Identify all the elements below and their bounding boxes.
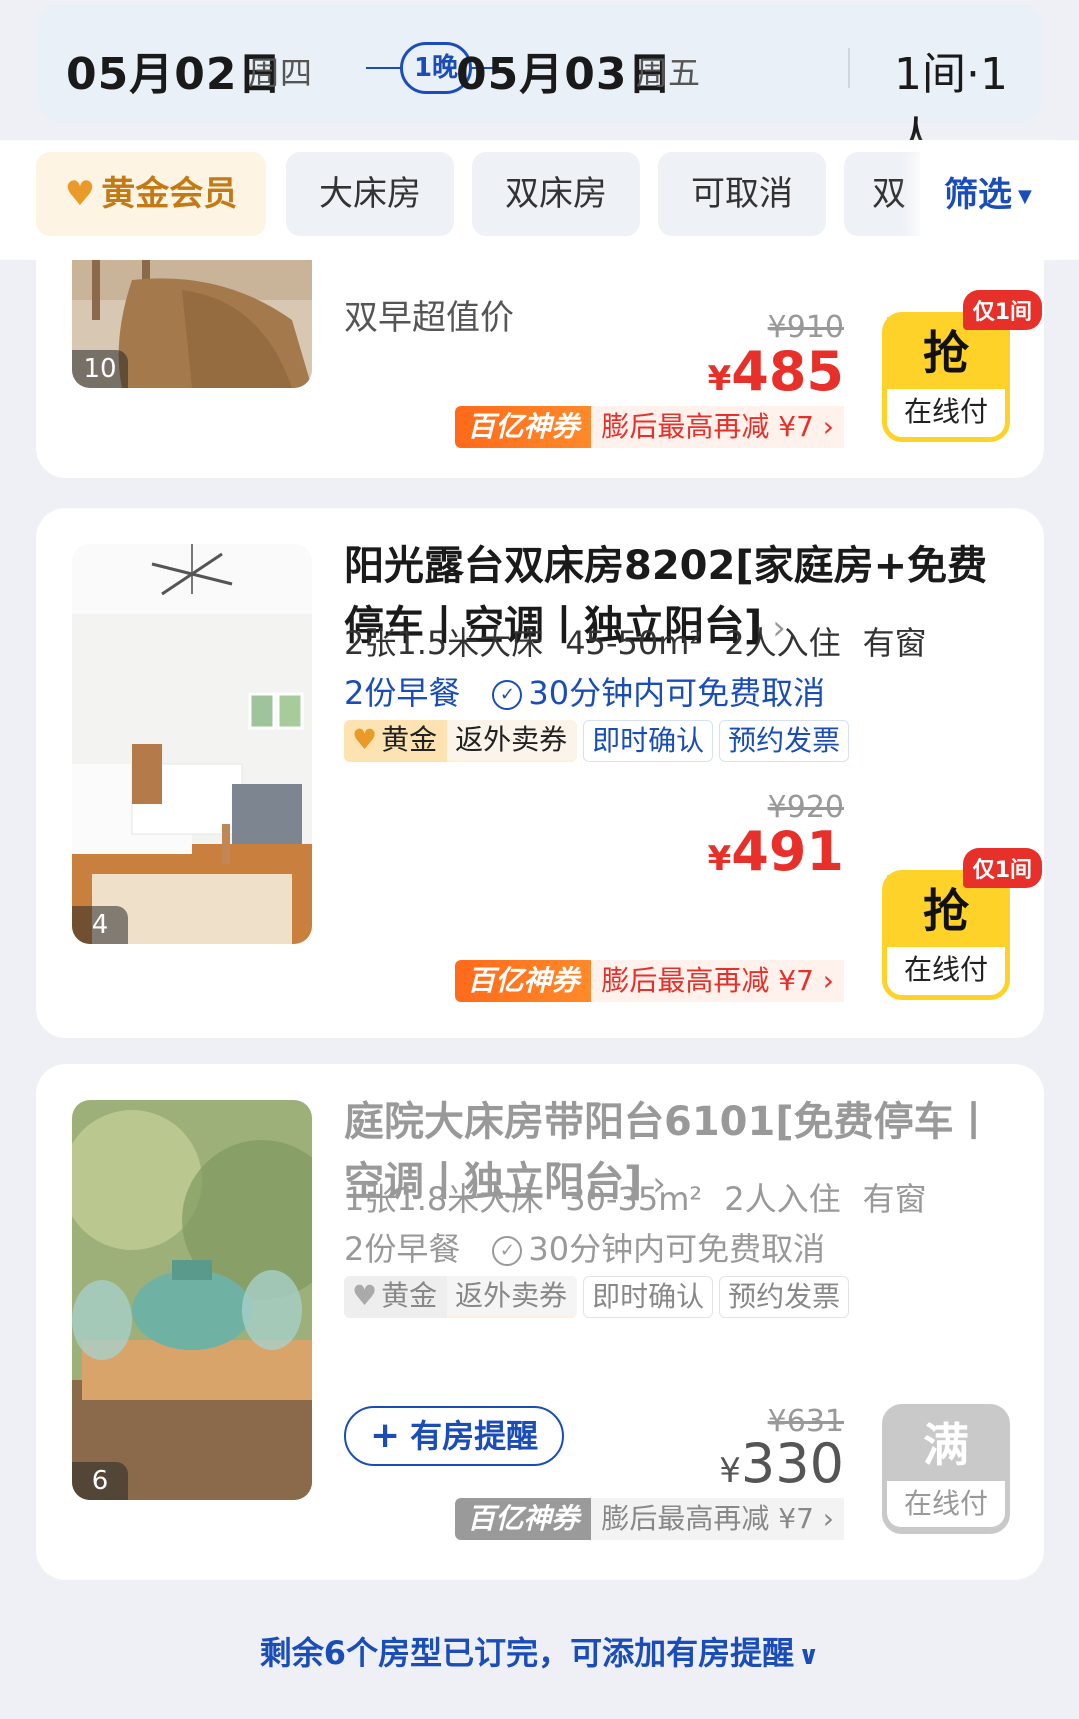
promo-coupon[interactable]: 百亿神券 膨后最高再减 ¥7 › (455, 960, 844, 1002)
chevron-down-icon: ∨ (798, 1641, 820, 1671)
sold-out-label: 满 (923, 1418, 969, 1472)
heart-icon: ♥ (352, 723, 378, 756)
price-value: 485 (731, 340, 844, 403)
room-photo[interactable]: 6 (72, 1100, 312, 1500)
filter-button[interactable]: 筛选 ▼ (920, 140, 1079, 260)
promo-coupon[interactable]: 百亿神券 膨后最高再减 ¥7 › (455, 1498, 844, 1540)
only-left-badge: 仅1间 (962, 848, 1042, 888)
current-price: ¥491 (708, 820, 844, 883)
instant-confirm-tag: 即时确认 (583, 1276, 714, 1318)
photo-count-badge: 6 (72, 1462, 128, 1500)
filter-chip-king-bed[interactable]: 大床房 (286, 152, 454, 236)
reminder-label: 有房提醒 (410, 1417, 539, 1455)
coupon-badge: 百亿神券 (455, 1498, 592, 1540)
pay-method-label: 在线付 (903, 395, 988, 428)
room-card-2[interactable]: 4 阳光露台双床房8202[家庭房+免费停车丨空调丨独立阳台] › 2张1.5米大… (36, 508, 1044, 1038)
currency-symbol: ¥ (707, 839, 732, 879)
currency-symbol: ¥ (719, 1451, 741, 1491)
invoice-tag: 预约发票 (719, 720, 850, 762)
current-price: ¥330 (719, 1432, 844, 1495)
gold-tag-extra: 返外卖券 (447, 1276, 578, 1316)
room-specs: 2张1.5米大床 45-50m² 2人入住 有窗 (344, 618, 949, 664)
breakfast-info: 2份早餐 (344, 674, 461, 712)
cancel-policy: 30分钟内可免费取消 (528, 1230, 826, 1268)
room-photo[interactable]: 4 (72, 544, 312, 944)
photo-count-badge: 4 (72, 906, 128, 944)
room-tags: ♥ 黄金 返外卖券 即时确认 预约发票 (344, 1276, 855, 1318)
room-area: 45-50m² (565, 624, 703, 662)
room-card-3[interactable]: 6 庭院大床房带阳台6101[免费停车丨空调丨独立阳台] › 1张1.8米大床 30… (36, 1064, 1044, 1580)
pay-method-label: 在线付 (887, 1481, 1005, 1527)
plus-icon: + (370, 1415, 401, 1456)
bed-info: 1张1.8米大床 (344, 1180, 544, 1218)
room-benefits: 2份早餐 ✓ 30分钟内可免费取消 (344, 668, 825, 714)
filter-label: 筛选 (944, 175, 1012, 215)
invoice-tag: 预约发票 (719, 1276, 850, 1318)
occupancy: 2人入住 (724, 1180, 841, 1218)
gold-tag-label: 黄金 (381, 723, 438, 756)
room-area: 30-35m² (565, 1180, 703, 1218)
sold-out-rooms-footer[interactable]: 剩余6个房型已订完，可添加有房提醒 ∨ (0, 1628, 1079, 1674)
check-circle-icon: ✓ (492, 680, 523, 710)
sold-out-button: 满 在线付 (882, 1404, 1010, 1534)
gold-tag-extra: 返外卖券 (447, 720, 578, 760)
coupon-text: 膨后最高再减 ¥7 › (591, 406, 844, 448)
coupon-badge: 百亿神券 (455, 406, 592, 448)
window-info: 有窗 (862, 1180, 927, 1218)
bed-info: 2张1.5米大床 (344, 624, 544, 662)
room-card-1[interactable]: 10 双早超值价 ¥910 ¥485 百亿神券 膨后最高再减 ¥7 › 抢 在线付… (36, 260, 1044, 478)
date-selector-bar[interactable]: 05月02日 周四 1晚 05月03日 周五 1间·1人 (36, 4, 1044, 164)
room-specs: 1张1.8米大床 30-35m² 2人入住 有窗 (344, 1174, 949, 1220)
heart-icon: ♥ (352, 1279, 378, 1312)
room-photo-image (72, 1100, 312, 1500)
filter-chip-gold-member[interactable]: ♥ 黄金会员 (36, 152, 266, 236)
window-info: 有窗 (862, 624, 927, 662)
instant-confirm-tag: 即时确认 (583, 720, 714, 762)
occupancy: 2人入住 (724, 624, 841, 662)
rate-plan-name: 双早超值价 (344, 298, 514, 338)
price-value: 330 (740, 1432, 844, 1495)
footer-text: 剩余6个房型已订完，可添加有房提醒 (259, 1634, 795, 1672)
gold-tag-label: 黄金 (381, 1279, 438, 1312)
checkout-weekday: 周五 (636, 54, 701, 92)
coupon-badge: 百亿神券 (455, 960, 592, 1002)
gold-member-tag: ♥ 黄金 返外卖券 (344, 1276, 578, 1318)
filter-bar: ♥ 黄金会员 大床房 双床房 可取消 双 筛选 ▼ (0, 140, 1079, 260)
divider (848, 48, 850, 88)
coupon-text: 膨后最高再减 ¥7 › (591, 1498, 844, 1540)
coupon-text: 膨后最高再减 ¥7 › (591, 960, 844, 1002)
currency-symbol: ¥ (707, 359, 732, 399)
pay-method-label: 在线付 (903, 953, 988, 986)
check-circle-icon: ✓ (492, 1236, 523, 1266)
checkin-weekday: 周四 (248, 54, 313, 92)
cancel-policy: 30分钟内可免费取消 (528, 674, 826, 712)
filter-chip-label: 黄金会员 (101, 174, 238, 214)
gold-member-tag: ♥ 黄金 返外卖券 (344, 720, 578, 762)
only-left-badge: 仅1间 (962, 290, 1042, 330)
room-benefits: 2份早餐 ✓ 30分钟内可免费取消 (344, 1224, 825, 1270)
caret-down-icon: ▼ (1018, 185, 1032, 207)
heart-icon: ♥ (64, 174, 96, 214)
price-value: 491 (731, 820, 844, 883)
current-price: ¥485 (708, 340, 844, 403)
filter-chip-cancellable[interactable]: 可取消 (658, 152, 826, 236)
room-photo[interactable]: 10 (72, 260, 312, 388)
room-tags: ♥ 黄金 返外卖券 即时确认 预约发票 (344, 720, 855, 762)
breakfast-info: 2份早餐 (344, 1230, 461, 1268)
filter-chip-twin-bed[interactable]: 双床房 (472, 152, 640, 236)
book-button[interactable]: 抢 在线付 (882, 870, 1010, 1000)
room-available-reminder-button[interactable]: + 有房提醒 (344, 1406, 565, 1466)
room-photo-image (72, 544, 312, 944)
photo-count-badge: 10 (72, 350, 128, 388)
promo-coupon[interactable]: 百亿神券 膨后最高再减 ¥7 › (455, 406, 844, 448)
book-button[interactable]: 抢 在线付 (882, 312, 1010, 442)
